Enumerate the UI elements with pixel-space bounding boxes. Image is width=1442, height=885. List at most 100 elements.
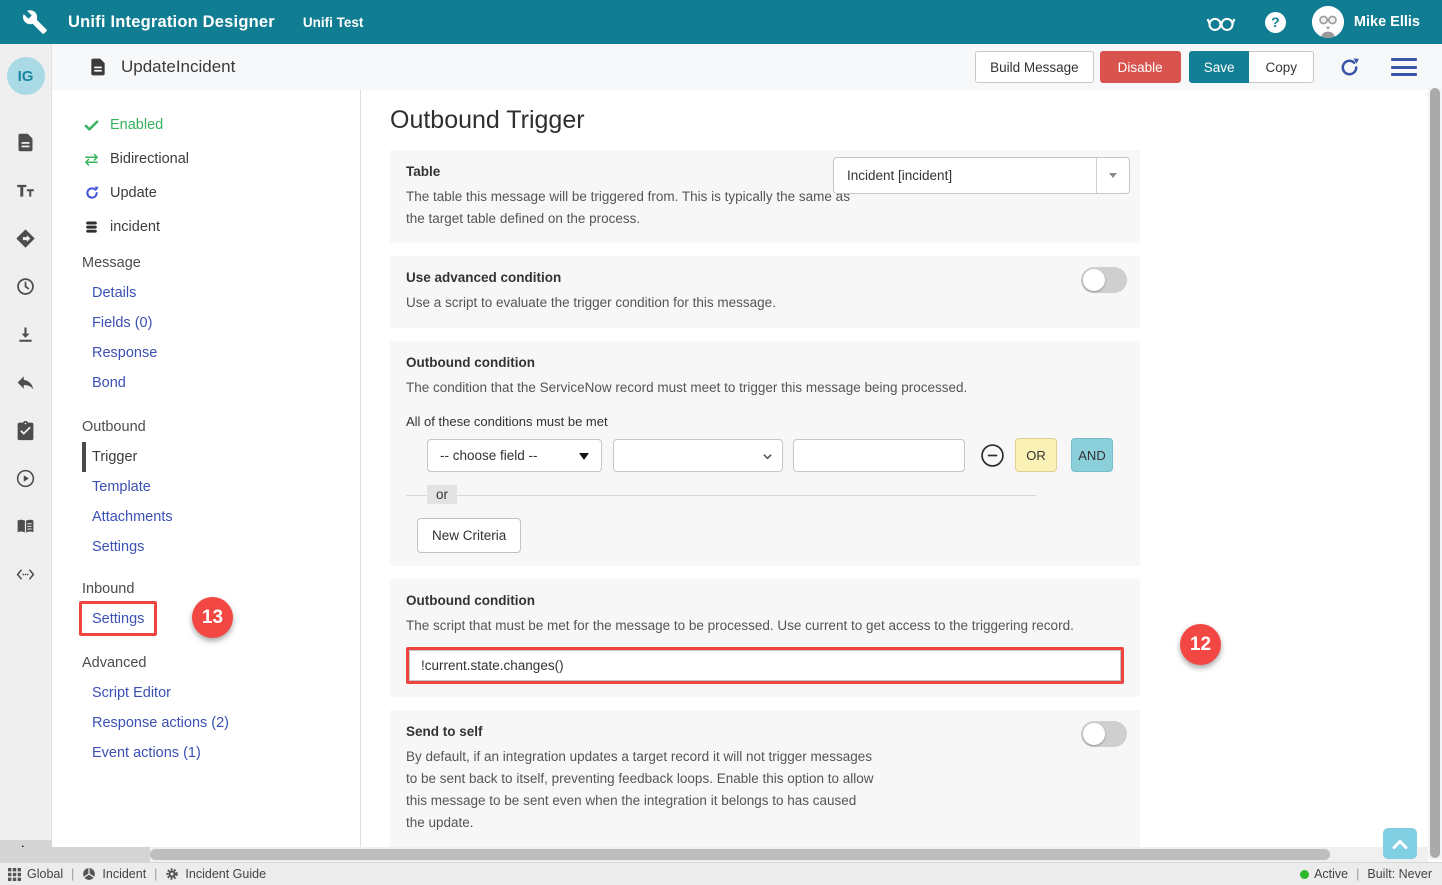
- condition-field-select[interactable]: -- choose field --: [427, 439, 602, 472]
- nav-item-attachments[interactable]: Attachments: [82, 502, 360, 532]
- outbound-condition-label: Outbound condition: [406, 355, 1124, 370]
- disable-button[interactable]: Disable: [1100, 51, 1181, 83]
- rail-item-docs[interactable]: [0, 502, 51, 550]
- book-icon: [15, 516, 36, 537]
- menu-icon[interactable]: [1391, 54, 1417, 81]
- rail-item-download[interactable]: [0, 310, 51, 358]
- user-avatar[interactable]: [1312, 6, 1344, 38]
- user-name[interactable]: Mike Ellis: [1354, 14, 1420, 30]
- table-select[interactable]: Incident [incident]: [833, 157, 1130, 194]
- nav-item-event-actions[interactable]: Event actions (1): [82, 738, 360, 768]
- outbound-condition-script-label: Outbound condition: [406, 593, 1124, 608]
- gear-icon: [165, 867, 179, 881]
- play-circle-icon: [15, 468, 36, 489]
- chevron-down-icon: [1096, 158, 1129, 193]
- nav-section-message: Message: [82, 248, 360, 278]
- table-description: The table this message will be triggered…: [406, 186, 868, 230]
- refresh-icon[interactable]: [1338, 56, 1361, 79]
- app-header: Unifi Integration Designer Unifi Test ? …: [0, 0, 1442, 44]
- text-icon: [15, 180, 36, 201]
- vertical-scrollbar-thumb[interactable]: [1430, 88, 1440, 858]
- built-status: Built: Never: [1367, 867, 1432, 881]
- annotation-badge-13: 13: [192, 597, 233, 638]
- chevron-down-icon: [579, 453, 589, 460]
- chevron-up-icon: [1392, 838, 1408, 850]
- help-icon[interactable]: ?: [1265, 12, 1286, 33]
- nav-item-outbound-settings[interactable]: Settings: [82, 532, 360, 562]
- workspace-name[interactable]: Unifi Test: [303, 15, 364, 30]
- nav-item-bond[interactable]: Bond: [82, 368, 360, 398]
- or-divider-label: or: [427, 485, 457, 504]
- remove-condition-icon[interactable]: [980, 443, 1005, 468]
- chevron-down-icon: [762, 451, 773, 462]
- nav-item-details[interactable]: Details: [82, 278, 360, 308]
- toggle-knob: [1083, 723, 1105, 745]
- outbound-condition-description: The condition that the ServiceNow record…: [406, 377, 1124, 399]
- scroll-to-top-button[interactable]: [1383, 828, 1417, 859]
- app-title: Unifi Integration Designer: [68, 13, 275, 32]
- use-advanced-condition-description: Use a script to evaluate the trigger con…: [406, 292, 1124, 314]
- wrench-icon: [22, 9, 48, 35]
- horizontal-scrollbar-track-start: [0, 847, 150, 862]
- nav-item-trigger-selected[interactable]: Trigger: [82, 442, 360, 472]
- nav-item-response-actions[interactable]: Response actions (2): [82, 708, 360, 738]
- copy-button[interactable]: Copy: [1249, 51, 1314, 83]
- statusbar-incident[interactable]: Incident: [82, 867, 146, 881]
- horizontal-scrollbar-thumb[interactable]: [150, 849, 1330, 860]
- tasks-icon: [15, 420, 36, 441]
- send-to-self-toggle[interactable]: [1081, 721, 1127, 747]
- horizontal-scrollbar[interactable]: [0, 847, 1428, 862]
- or-divider: or: [406, 495, 1036, 496]
- message-document-icon: [88, 57, 108, 77]
- nav-item-fields[interactable]: Fields (0): [82, 308, 360, 338]
- rail-item-run[interactable]: [0, 454, 51, 502]
- annotation-box-12: [406, 647, 1124, 684]
- rail-item-directions[interactable]: [0, 214, 51, 262]
- nav-item-template[interactable]: Template: [82, 472, 360, 502]
- avatar-face-icon: [1312, 6, 1344, 38]
- rail-item-text[interactable]: [0, 166, 51, 214]
- icon-rail: IG: [0, 44, 52, 862]
- rail-item-history[interactable]: [0, 262, 51, 310]
- build-message-button[interactable]: Build Message: [975, 51, 1094, 83]
- or-button[interactable]: OR: [1015, 438, 1057, 472]
- grid-icon: [8, 868, 21, 881]
- and-button[interactable]: AND: [1071, 438, 1113, 472]
- application-icon: [82, 867, 96, 881]
- message-nav: Enabled ⇄ Bidirectional Update incident …: [52, 90, 361, 862]
- outbound-condition-builder-section: Outbound condition The condition that th…: [390, 341, 1140, 566]
- use-advanced-condition-toggle[interactable]: [1081, 267, 1127, 293]
- rail-item-reply[interactable]: [0, 358, 51, 406]
- vertical-scrollbar[interactable]: [1428, 88, 1442, 860]
- annotation-badge-12: 12: [1180, 624, 1221, 665]
- nav-item-script-editor[interactable]: Script Editor: [82, 678, 360, 708]
- send-to-self-label: Send to self: [406, 724, 1124, 739]
- page-title: UpdateIncident: [121, 57, 235, 77]
- preview-glasses-icon[interactable]: [1205, 10, 1237, 34]
- outbound-condition-script-section: Outbound condition The script that must …: [390, 579, 1140, 697]
- statusbar-incident-guide[interactable]: Incident Guide: [165, 867, 266, 881]
- toggle-knob: [1083, 269, 1105, 291]
- condition-operator-select[interactable]: [613, 439, 783, 472]
- use-advanced-condition-label: Use advanced condition: [406, 270, 1124, 285]
- use-advanced-condition-section: Use advanced condition Use a script to e…: [390, 256, 1140, 328]
- status-bar: Global | Incident | Incident Guide Activ…: [0, 862, 1442, 885]
- refresh-icon: [82, 185, 101, 201]
- rail-item-code[interactable]: [0, 550, 51, 598]
- table-select-value: Incident [incident]: [847, 168, 952, 183]
- nav-section-outbound: Outbound: [82, 412, 360, 442]
- rail-item-documentation[interactable]: [0, 118, 51, 166]
- statusbar-global[interactable]: Global: [8, 867, 63, 881]
- history-icon: [15, 276, 36, 297]
- download-icon: [15, 324, 36, 345]
- nav-section-advanced: Advanced: [82, 648, 360, 678]
- rail-item-tasks[interactable]: [0, 406, 51, 454]
- database-icon: [82, 219, 101, 236]
- active-status-dot: [1300, 870, 1309, 879]
- save-button[interactable]: Save: [1189, 51, 1250, 83]
- condition-value-input[interactable]: [793, 439, 965, 472]
- nav-item-response[interactable]: Response: [82, 338, 360, 368]
- new-criteria-button[interactable]: New Criteria: [417, 518, 521, 553]
- integration-avatar[interactable]: IG: [7, 57, 45, 95]
- outbound-condition-script-input[interactable]: [409, 650, 1121, 681]
